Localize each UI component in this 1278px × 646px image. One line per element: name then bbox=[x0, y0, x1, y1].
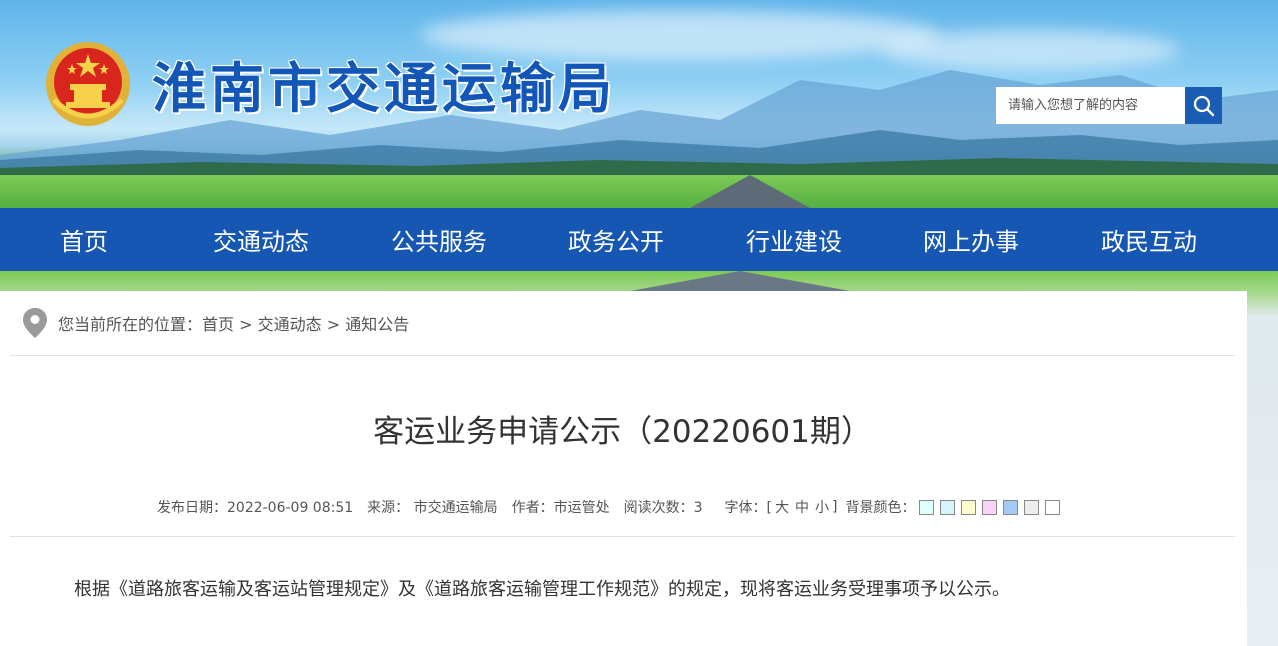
search-input[interactable] bbox=[996, 87, 1185, 124]
font-small-button[interactable]: 小 bbox=[812, 497, 832, 517]
nav-item-gov-affairs[interactable]: 政务公开 bbox=[568, 222, 664, 257]
bg-swatch-cyan[interactable] bbox=[940, 499, 956, 515]
font-medium-button[interactable]: 中 bbox=[792, 497, 812, 517]
search-icon bbox=[1193, 95, 1214, 116]
meta-divider bbox=[10, 536, 1235, 537]
nav-item-public-service[interactable]: 公共服务 bbox=[391, 222, 487, 257]
font-size-label: 字体：[ bbox=[724, 500, 773, 516]
bg-color-label: 背景颜色： bbox=[845, 500, 916, 516]
road-decoration bbox=[690, 175, 810, 208]
nav-item-traffic-news[interactable]: 交通动态 bbox=[213, 222, 309, 257]
site-logo[interactable] bbox=[44, 40, 132, 128]
bg-swatch-pink[interactable] bbox=[982, 499, 998, 515]
breadcrumb-traffic-news[interactable]: 交通动态 bbox=[258, 315, 322, 334]
breadcrumb: 您当前所在的位置：首页 > 交通动态 > 通知公告 bbox=[10, 291, 1235, 356]
article-meta: 发布日期：2022-06-09 08:51 来源： 市交通运输局 作者：市运管处… bbox=[157, 497, 1066, 517]
field-decoration bbox=[0, 175, 1278, 208]
breadcrumb-notice[interactable]: 通知公告 bbox=[345, 315, 409, 334]
nav-item-interaction[interactable]: 政民互动 bbox=[1101, 222, 1197, 257]
breadcrumb-separator: > bbox=[321, 315, 346, 334]
location-pin-icon bbox=[23, 308, 47, 338]
bg-swatch-light-cyan[interactable] bbox=[919, 499, 935, 515]
bg-color-swatches bbox=[919, 499, 1066, 515]
bg-swatch-yellow[interactable] bbox=[961, 499, 977, 515]
search-button[interactable] bbox=[1185, 87, 1222, 124]
article-author: 作者：市运管处 bbox=[511, 500, 610, 516]
breadcrumb-text: 您当前所在的位置：首页 > 交通动态 > 通知公告 bbox=[58, 311, 409, 335]
national-emblem-icon bbox=[46, 42, 130, 126]
article-source: 来源： 市交通运输局 bbox=[367, 500, 498, 516]
article-title: 客运业务申请公示（20220601期） bbox=[373, 414, 872, 450]
view-count: 阅读次数：3 bbox=[623, 500, 703, 516]
nav-item-online-service[interactable]: 网上办事 bbox=[923, 222, 1019, 257]
bg-swatch-blue[interactable] bbox=[1003, 499, 1019, 515]
site-title: 淮南市交通运输局 bbox=[152, 57, 616, 120]
search-bar bbox=[996, 87, 1222, 124]
nav-item-home[interactable]: 首页 bbox=[60, 222, 108, 257]
article-paragraph: 根据《道路旅客运输及客运站管理规定》及《道路旅客运输管理工作规范》的规定，现将客… bbox=[74, 579, 1010, 600]
font-size-close: ] bbox=[832, 499, 838, 515]
road-decoration bbox=[630, 271, 850, 291]
breadcrumb-separator: > bbox=[234, 315, 258, 334]
publish-date: 发布日期：2022-06-09 08:51 bbox=[157, 500, 354, 516]
font-large-button[interactable]: 大 bbox=[772, 497, 792, 517]
bg-swatch-white[interactable] bbox=[1045, 499, 1061, 515]
nav-item-industry[interactable]: 行业建设 bbox=[746, 222, 842, 257]
breadcrumb-prefix: 您当前所在的位置： bbox=[58, 315, 203, 334]
bg-swatch-gray[interactable] bbox=[1024, 499, 1040, 515]
main-nav: 首页 交通动态 公共服务 政务公开 行业建设 网上办事 政民互动 bbox=[0, 208, 1278, 271]
breadcrumb-home[interactable]: 首页 bbox=[202, 315, 234, 334]
content-panel: 您当前所在的位置：首页 > 交通动态 > 通知公告 客运业务申请公示（20220… bbox=[0, 291, 1247, 646]
